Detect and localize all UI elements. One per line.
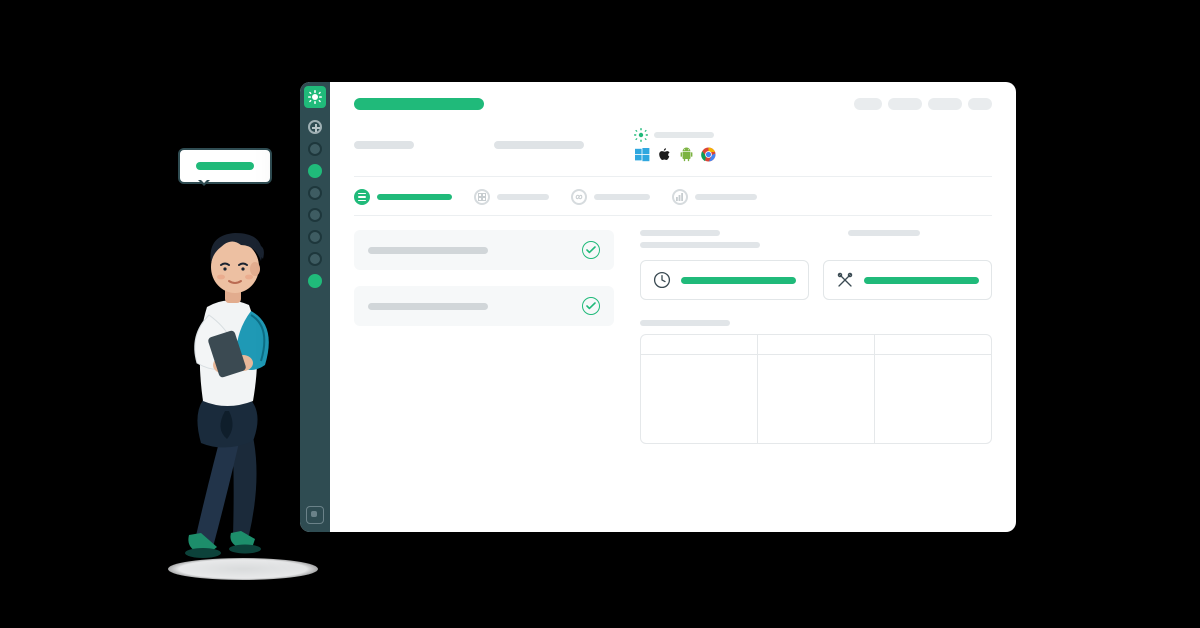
sidebar [300,82,330,532]
sidebar-item-3[interactable] [308,186,322,200]
sidebar-item-7-active[interactable] [308,274,322,288]
android-icon [678,146,694,162]
stat-card-value [681,277,796,284]
stat-cards [640,260,992,300]
sidebar-item-2-active[interactable] [308,164,322,178]
subheader-label-b [494,141,584,149]
windows-icon [634,146,650,162]
infinity-icon [571,189,587,205]
clock-icon [653,271,671,289]
subheader [354,128,992,162]
platforms-label [654,132,714,138]
left-column [354,230,614,518]
speech-bubble [178,148,272,184]
check-icon [582,241,600,259]
header-pill-3[interactable] [928,98,962,110]
table-cell [641,355,758,443]
sidebar-item-4[interactable] [308,208,322,222]
apple-icon [656,146,672,162]
header-pill-4[interactable] [968,98,992,110]
speech-bubble-text [196,162,254,170]
header-pill-1[interactable] [854,98,882,110]
tab-chart[interactable] [672,189,757,205]
header-pill-2[interactable] [888,98,922,110]
tabs [354,189,992,205]
page-title [354,98,484,110]
list-icon [354,189,370,205]
right-column [640,230,992,518]
app-logo[interactable] [304,86,326,108]
table-cell [875,355,991,443]
table-cell [758,355,875,443]
sidebar-item-6[interactable] [308,252,322,266]
grid-icon [474,189,490,205]
table-body [641,355,991,443]
content-area [354,230,992,518]
card-subheading-1 [640,242,760,248]
tab-chart-label [695,194,757,200]
tab-list[interactable] [354,189,452,205]
platforms-block [634,128,716,162]
tab-grid[interactable] [474,189,549,205]
character-shadow [168,558,318,580]
stat-card-clock[interactable] [640,260,809,300]
sidebar-item-1[interactable] [308,142,322,156]
divider [354,176,992,177]
list-row-text [368,303,488,310]
tab-list-label [377,194,452,200]
table-col-1[interactable] [641,335,758,354]
list-row[interactable] [354,286,614,326]
table-header [641,335,991,355]
sidebar-add-button[interactable] [308,120,322,134]
main-panel [330,82,1016,532]
header-actions [854,98,992,110]
check-icon [582,297,600,315]
tools-icon [836,271,854,289]
data-table [640,334,992,444]
sidebar-item-5[interactable] [308,230,322,244]
subheader-label-a [354,141,414,149]
chart-icon [672,189,688,205]
card-heading-1 [640,230,720,236]
table-label [640,320,730,326]
chrome-icon [700,146,716,162]
tab-grid-label [497,194,549,200]
app-window [300,82,1016,532]
header [354,98,992,110]
gear-icon [634,128,648,142]
list-row[interactable] [354,230,614,270]
tab-infinity[interactable] [571,189,650,205]
card-heading-2 [848,230,920,236]
table-col-2[interactable] [758,335,875,354]
stat-card-value [864,277,979,284]
list-row-text [368,247,488,254]
tab-infinity-label [594,194,650,200]
divider [354,215,992,216]
sidebar-bottom-button[interactable] [306,506,324,524]
table-col-3[interactable] [875,335,991,354]
stat-card-tools[interactable] [823,260,992,300]
